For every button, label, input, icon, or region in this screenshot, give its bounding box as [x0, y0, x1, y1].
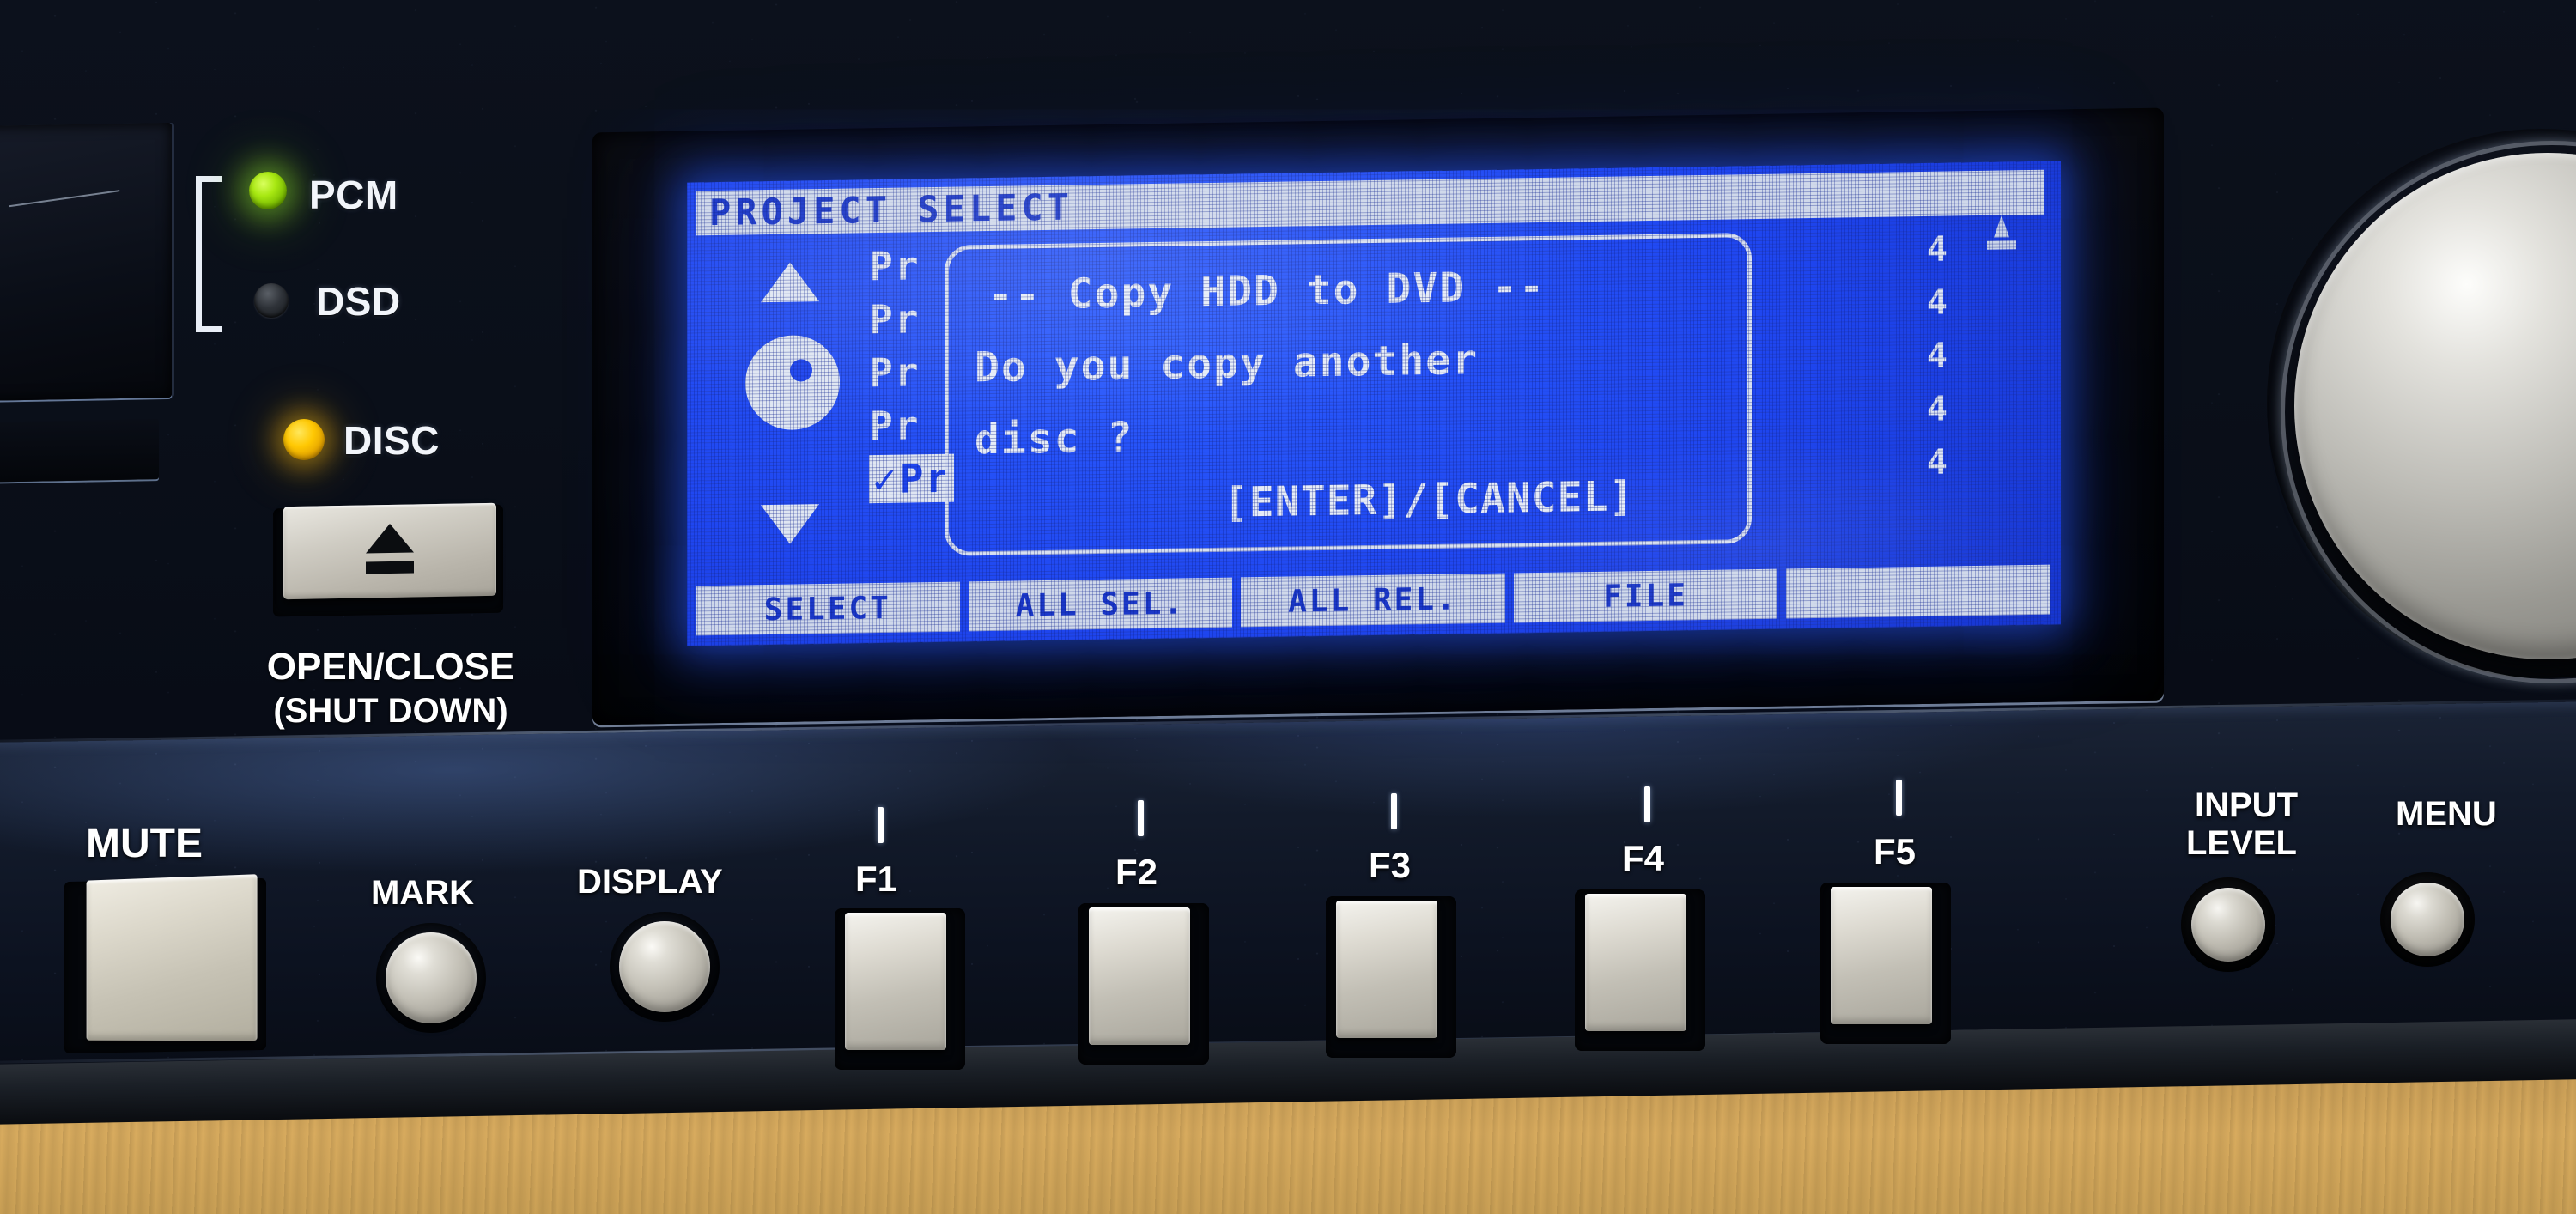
- eject-icon-bar: [366, 561, 414, 574]
- dialog-title: -- Copy HDD to DVD --: [988, 262, 1546, 320]
- pcm-led: [249, 172, 287, 209]
- project-number: 4: [1926, 282, 1947, 323]
- mute-button[interactable]: [86, 874, 258, 1041]
- dialog-line-2: Do you copy another: [975, 336, 1479, 392]
- menu-label: MENU: [2396, 795, 2497, 833]
- lcd-function-bar: SELECT ALL SEL. ALL REL. FILE: [696, 564, 2050, 636]
- f2-label: F2: [1115, 852, 1158, 892]
- dsd-label: DSD: [316, 279, 401, 324]
- f1-label: F1: [855, 859, 898, 899]
- disc-led: [283, 419, 325, 460]
- shut-down-label: (SHUT DOWN): [273, 692, 508, 730]
- lcd-nav-column: [740, 262, 852, 547]
- softkey-all-rel[interactable]: ALL REL.: [1241, 573, 1505, 628]
- triangle-up-icon: [761, 262, 819, 303]
- lcd-title-bar: PROJECT SELECT: [696, 169, 2044, 236]
- softkey-label: ALL REL.: [1288, 580, 1458, 620]
- dialog-actions: [ENTER]/[CANCEL]: [1224, 472, 1635, 527]
- triangle-down-icon: [761, 504, 819, 545]
- f2-tick-mark: [1138, 800, 1144, 836]
- eject-icon: [366, 523, 414, 554]
- lcd-display: PROJECT SELECT Pr Pr Pr Pr ✓Pr 4 4 4 4 4…: [687, 161, 2061, 646]
- softkey-empty[interactable]: [1786, 564, 2050, 619]
- lcd-title-text: PROJECT SELECT: [709, 185, 1074, 234]
- hdd-icon-base: [1987, 240, 2016, 250]
- f2-button[interactable]: [1089, 907, 1190, 1045]
- f5-button[interactable]: [1831, 887, 1932, 1024]
- display-label: DISPLAY: [577, 863, 723, 901]
- project-number: 4: [1926, 229, 1947, 270]
- project-number-column: 4 4 4 4 4: [1896, 223, 1947, 490]
- menu-button[interactable]: [2391, 883, 2464, 956]
- led-group-bracket: [196, 176, 222, 332]
- dialog-line-3: disc ?: [975, 413, 1134, 464]
- checkmark-icon: ✓: [872, 455, 898, 503]
- project-row-label: Pr: [899, 454, 951, 502]
- disc-icon: [745, 334, 840, 431]
- f5-tick-mark: [1896, 780, 1902, 816]
- project-row-label: Pr: [869, 295, 920, 343]
- f3-tick-mark: [1391, 793, 1397, 829]
- f5-label: F5: [1874, 831, 1917, 871]
- left-recessed-panel: [0, 122, 172, 402]
- confirm-dialog: -- Copy HDD to DVD -- Do you copy anothe…: [945, 233, 1752, 556]
- project-row-label: Pr: [869, 349, 920, 397]
- left-lower-recess: [0, 419, 159, 483]
- hdd-icon: [1987, 215, 2016, 250]
- softkey-label: ALL SEL.: [1015, 585, 1186, 624]
- pcm-label: PCM: [309, 173, 398, 217]
- softkey-select[interactable]: SELECT: [696, 581, 960, 636]
- mark-label: MARK: [371, 874, 474, 912]
- f1-tick-mark: [878, 807, 884, 843]
- softkey-all-sel[interactable]: ALL SEL.: [968, 577, 1233, 632]
- softkey-file[interactable]: FILE: [1513, 568, 1778, 623]
- softkey-label: SELECT: [763, 590, 891, 628]
- hdd-icon-cone: [1994, 215, 2009, 238]
- panel-scratch: [9, 190, 120, 208]
- disc-label: DISC: [343, 418, 440, 463]
- open-close-label: OPEN/CLOSE: [266, 646, 515, 688]
- input-level-label-line1: INPUT: [2195, 786, 2298, 824]
- f3-label: F3: [1369, 845, 1412, 885]
- dsd-led: [254, 283, 289, 318]
- device-front-panel: PCM DSD DISC OPEN/CLOSE (SHUT DOWN) PROJ…: [0, 0, 2576, 1214]
- input-level-knob[interactable]: [2191, 888, 2265, 962]
- input-level-label-line2: LEVEL: [2186, 824, 2297, 862]
- f4-label: F4: [1622, 838, 1665, 878]
- project-row-label: Pr: [869, 242, 920, 290]
- f3-button[interactable]: [1336, 901, 1437, 1038]
- project-number: 4: [1926, 336, 1947, 376]
- mute-label: MUTE: [86, 821, 203, 866]
- project-row-label: Pr: [869, 402, 920, 450]
- display-button[interactable]: [619, 921, 710, 1012]
- project-number: 4: [1926, 389, 1947, 429]
- open-close-button[interactable]: [283, 502, 496, 600]
- f4-button[interactable]: [1585, 894, 1686, 1031]
- f1-button[interactable]: [845, 913, 946, 1050]
- mark-button[interactable]: [386, 932, 477, 1023]
- f4-tick-mark: [1644, 786, 1650, 822]
- softkey-label: FILE: [1603, 577, 1688, 615]
